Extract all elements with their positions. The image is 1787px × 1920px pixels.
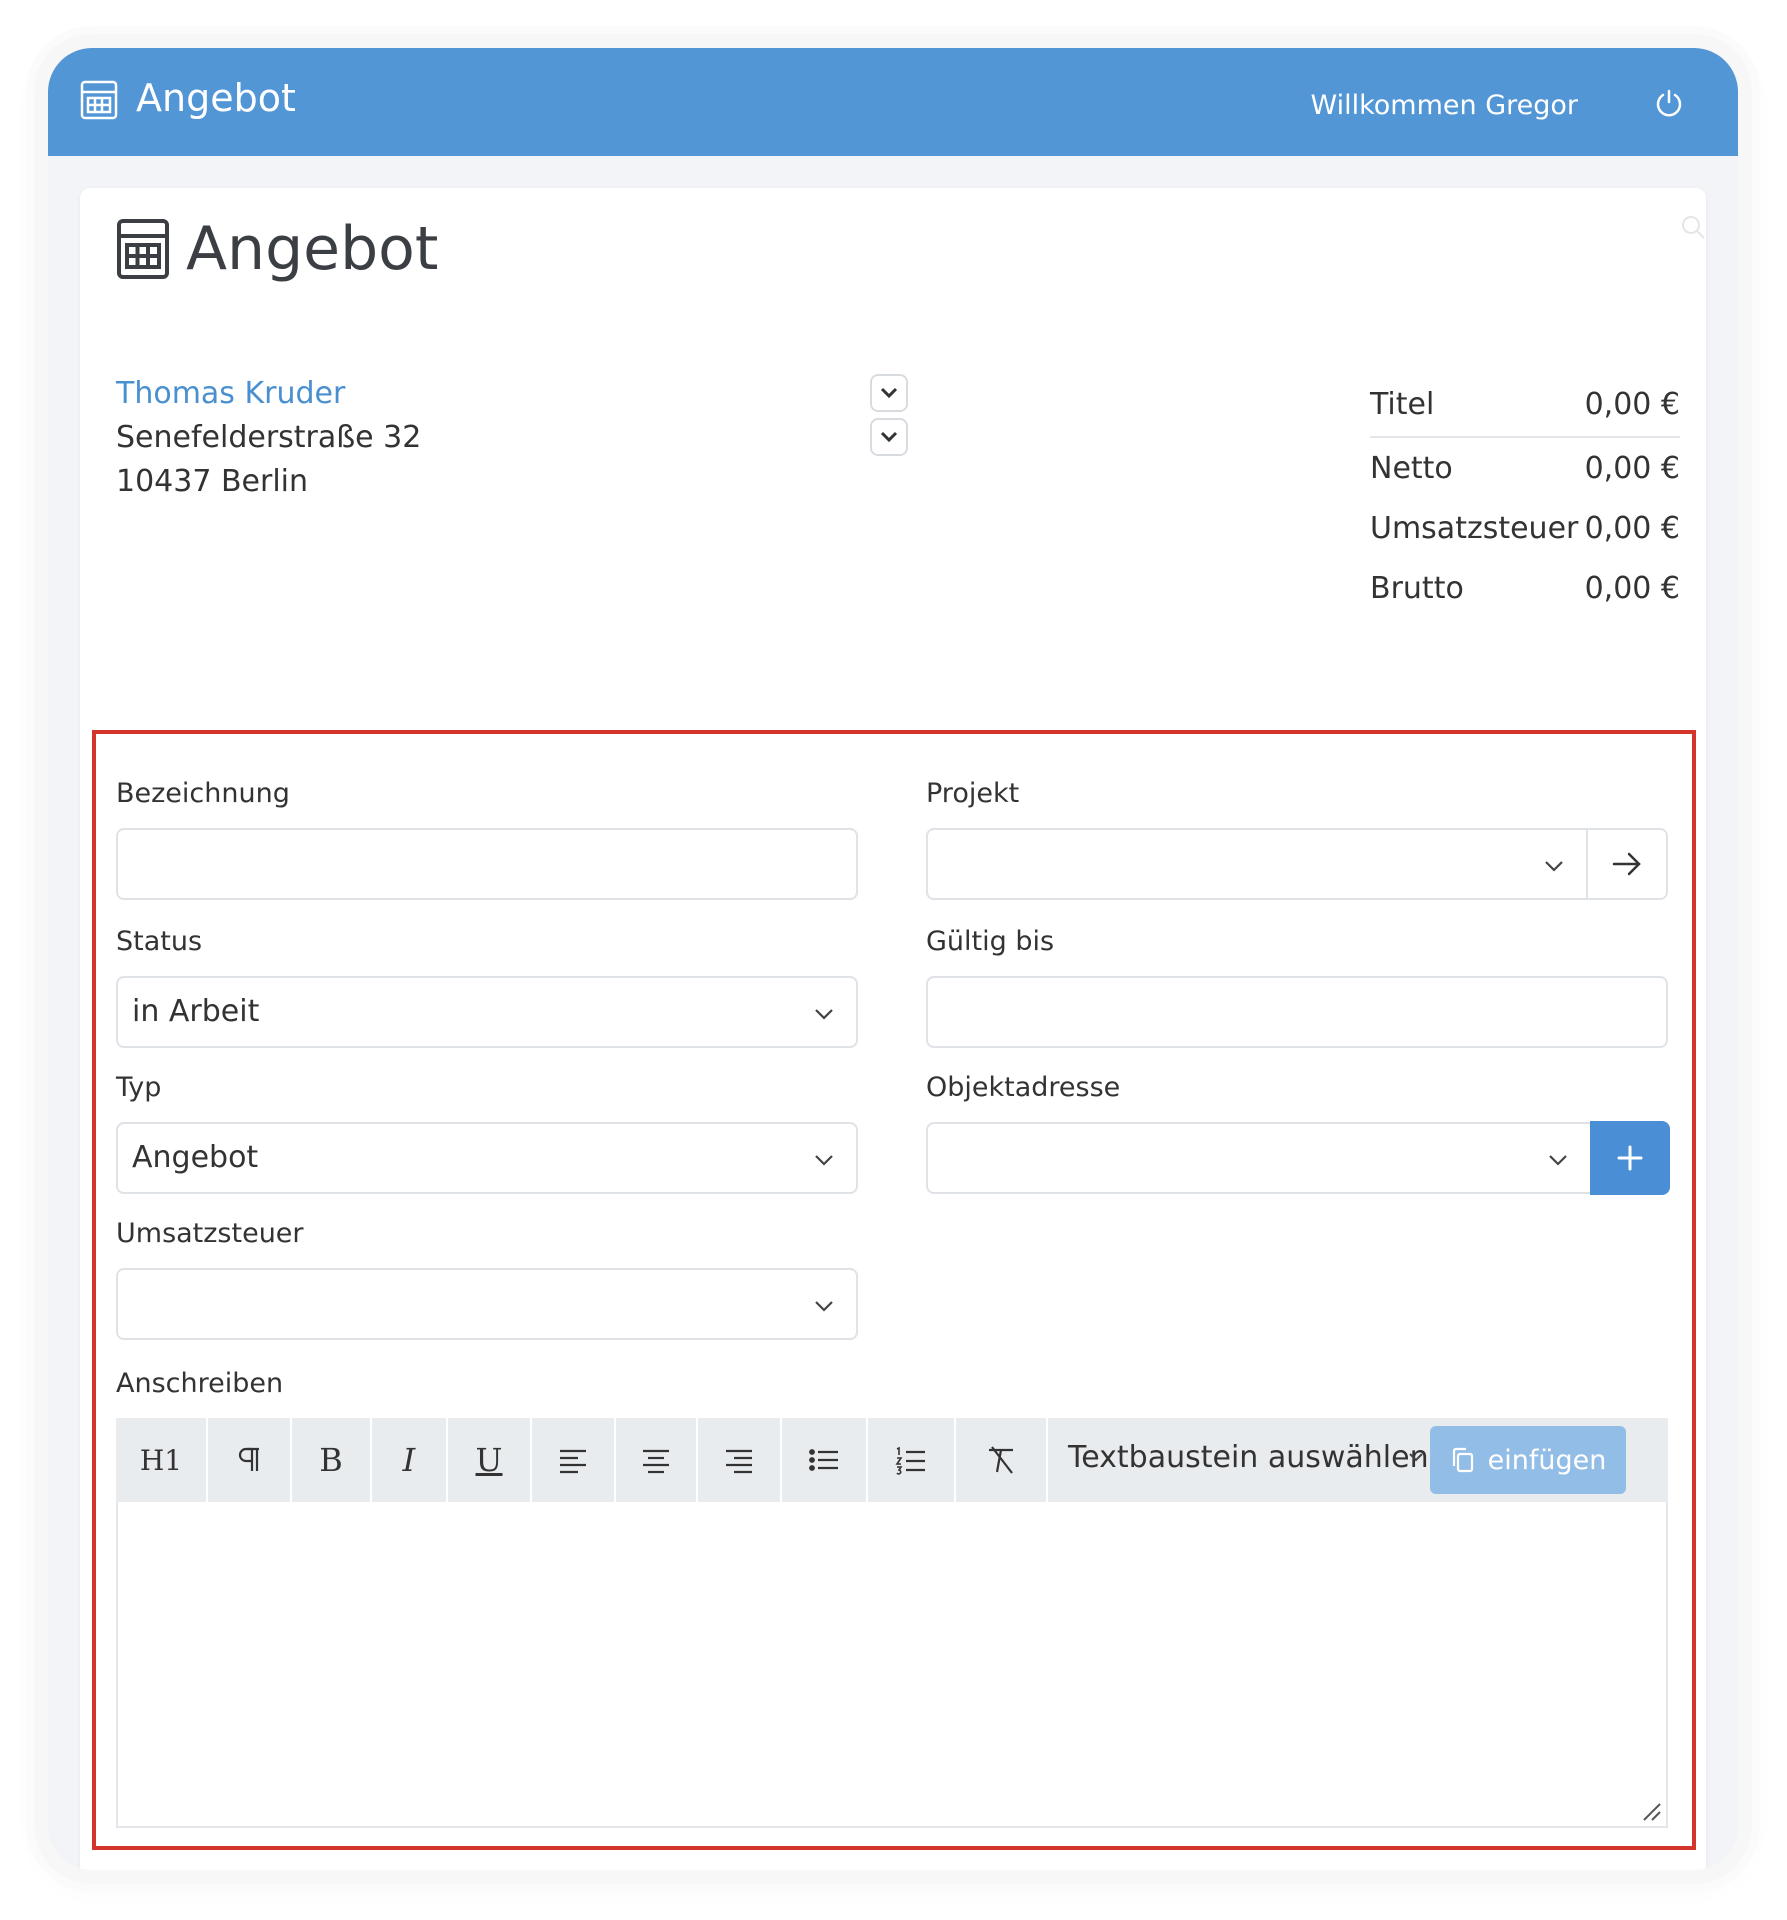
app-window: Angebot Willkommen Gregor Angebot Thomas… — [48, 48, 1738, 1870]
chevron-down-icon — [815, 1009, 833, 1020]
totals-label: Umsatzsteuer — [1370, 510, 1579, 546]
totals-row-brutto: Brutto 0,00 € — [1370, 558, 1680, 618]
align-right-button[interactable] — [698, 1418, 782, 1502]
typ-label: Typ — [116, 1072, 162, 1103]
anschreiben-editor[interactable] — [116, 1502, 1668, 1828]
textbaustein-select[interactable]: Textbaustein auswählen — [1068, 1440, 1429, 1475]
app-title: Angebot — [136, 76, 296, 120]
typ-value: Angebot — [132, 1140, 259, 1175]
bezeichnung-label: Bezeichnung — [116, 778, 290, 809]
power-icon[interactable] — [1654, 88, 1684, 118]
add-objektadresse-button[interactable] — [1590, 1121, 1670, 1195]
chevron-down-icon — [880, 431, 898, 443]
customer-address: Thomas Kruder Senefelderstraße 32 10437 … — [116, 372, 421, 504]
anschreiben-label: Anschreiben — [116, 1368, 284, 1399]
status-label: Status — [116, 926, 203, 957]
paragraph-icon — [238, 1447, 259, 1471]
totals-label: Titel — [1370, 386, 1435, 422]
chevron-down-icon — [880, 387, 898, 399]
bullet-list-button[interactable] — [782, 1418, 868, 1502]
totals-label: Brutto — [1370, 570, 1464, 606]
chevron-down-icon — [815, 1155, 833, 1166]
align-left-icon — [560, 1449, 586, 1474]
paragraph-button[interactable] — [208, 1418, 292, 1502]
status-select[interactable]: in Arbeit — [116, 976, 858, 1048]
projekt-label: Projekt — [926, 778, 1020, 809]
heading-label: H1 — [139, 1443, 183, 1477]
arrow-right-icon — [1612, 852, 1641, 876]
status-value: in Arbeit — [132, 994, 260, 1029]
totals-row-netto: Netto 0,00 € — [1370, 438, 1680, 498]
totals-row-titel: Titel 0,00 € — [1370, 372, 1680, 438]
numbered-list-icon — [895, 1446, 925, 1475]
totals-value: 0,00 € — [1584, 450, 1680, 486]
umsatzsteuer-select[interactable] — [116, 1268, 858, 1340]
totals-value: 0,00 € — [1584, 570, 1680, 606]
resize-handle-icon[interactable] — [1640, 1800, 1662, 1822]
totals-table: Titel 0,00 € Netto 0,00 € Umsatzsteuer 0… — [1370, 372, 1680, 618]
customer-street: Senefelderstraße 32 — [116, 420, 422, 455]
heading-button[interactable]: H1 — [116, 1418, 208, 1502]
gueltig-bis-input[interactable] — [926, 976, 1668, 1048]
address-dropdown-button[interactable] — [870, 418, 908, 456]
bold-label: B — [319, 1441, 343, 1479]
clear-formatting-icon — [989, 1446, 1013, 1474]
copy-icon — [1452, 1447, 1473, 1473]
align-center-icon — [643, 1449, 669, 1474]
bold-button[interactable]: B — [292, 1418, 372, 1502]
top-bar: Angebot Willkommen Gregor — [48, 48, 1738, 156]
italic-label: I — [402, 1441, 416, 1479]
calculator-icon — [80, 80, 118, 120]
underline-button[interactable]: U — [448, 1418, 532, 1502]
gueltig-bis-label: Gültig bis — [926, 926, 1055, 957]
totals-value: 0,00 € — [1584, 510, 1680, 546]
plus-icon — [1617, 1145, 1643, 1171]
editor-toolbar: H1 B I U Textbaustein auswählen einfügen — [116, 1418, 1668, 1502]
chevron-down-icon — [1549, 1155, 1567, 1166]
italic-button[interactable]: I — [372, 1418, 448, 1502]
totals-label: Netto — [1370, 450, 1453, 486]
projekt-select[interactable] — [926, 828, 1588, 900]
align-center-button[interactable] — [616, 1418, 698, 1502]
umsatzsteuer-label: Umsatzsteuer — [116, 1218, 304, 1249]
customer-city: 10437 Berlin — [116, 464, 309, 499]
totals-value: 0,00 € — [1584, 386, 1680, 422]
calculator-icon — [117, 219, 169, 279]
chevron-down-icon — [1545, 861, 1563, 872]
bezeichnung-input[interactable] — [116, 828, 858, 900]
bullet-list-icon — [809, 1449, 838, 1471]
align-left-button[interactable] — [532, 1418, 616, 1502]
chevron-down-icon — [815, 1301, 833, 1312]
chevron-down-icon — [1409, 1453, 1423, 1462]
contact-dropdown-button[interactable] — [870, 374, 908, 412]
totals-row-umsatzsteuer: Umsatzsteuer 0,00 € — [1370, 498, 1680, 558]
welcome-text[interactable]: Willkommen Gregor — [1310, 90, 1578, 121]
align-right-icon — [726, 1449, 752, 1474]
projekt-open-button[interactable] — [1586, 828, 1668, 900]
customer-name-link[interactable]: Thomas Kruder — [116, 372, 421, 416]
clear-formatting-button[interactable] — [956, 1418, 1048, 1502]
underline-label: U — [475, 1441, 503, 1479]
typ-select[interactable]: Angebot — [116, 1122, 858, 1194]
numbered-list-button[interactable] — [868, 1418, 956, 1502]
objektadresse-select[interactable] — [926, 1122, 1592, 1194]
objektadresse-label: Objektadresse — [926, 1072, 1121, 1103]
page-title: Angebot — [186, 214, 439, 284]
search-icon[interactable] — [1680, 214, 1706, 240]
insert-label: einfügen — [1487, 1444, 1607, 1476]
insert-button[interactable]: einfügen — [1430, 1426, 1626, 1494]
main-card: Angebot Thomas Kruder Senefelderstraße 3… — [80, 188, 1706, 1870]
